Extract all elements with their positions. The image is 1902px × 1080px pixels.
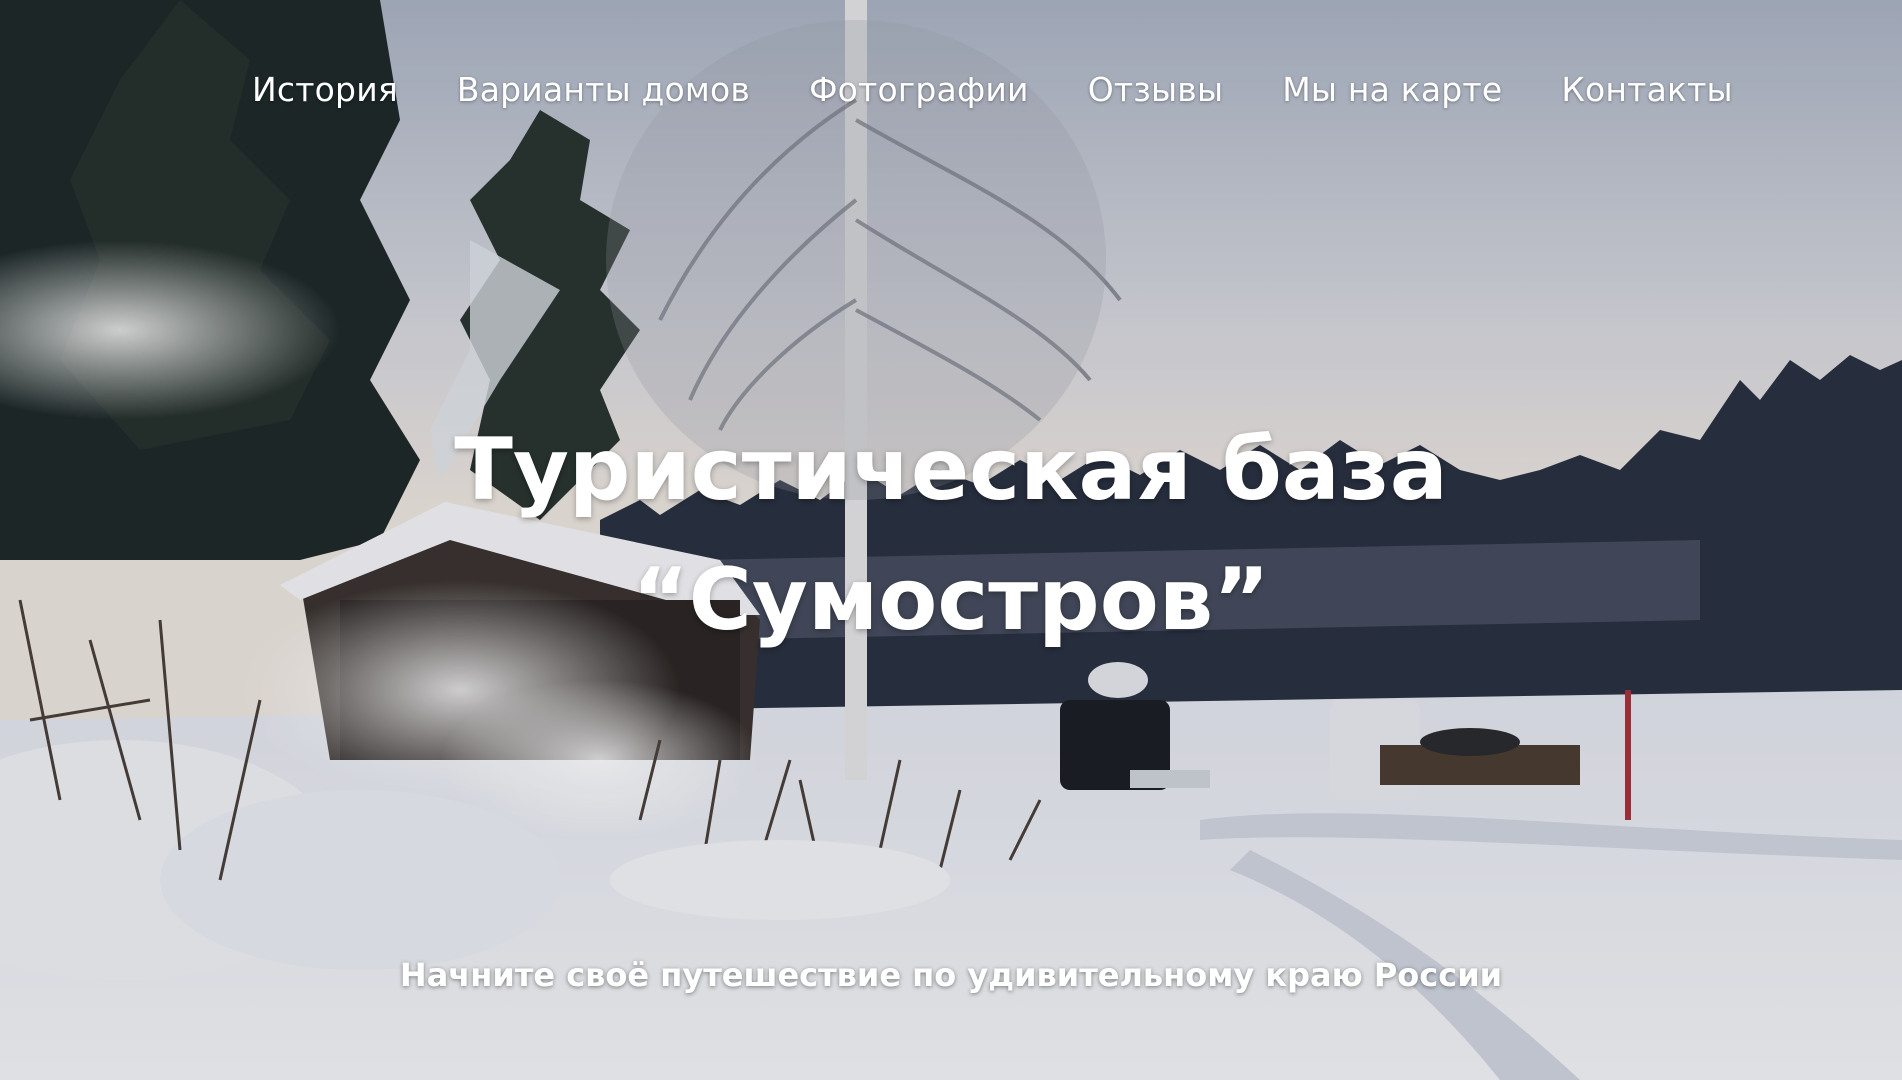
nav-link-history[interactable]: История — [252, 70, 398, 109]
main-nav: История Варианты домов Фотографии Отзывы… — [252, 70, 1733, 109]
nav-link-house-options[interactable]: Варианты домов — [457, 70, 750, 109]
nav-link-map[interactable]: Мы на карте — [1282, 70, 1502, 109]
hero-section: История Варианты домов Фотографии Отзывы… — [0, 0, 1902, 1080]
hero-title-line-1: Туристическая база — [454, 420, 1448, 520]
nav-link-contacts[interactable]: Контакты — [1561, 70, 1732, 109]
hero-subtitle: Начните своё путешествие по удивительном… — [399, 956, 1503, 994]
nav-link-photos[interactable]: Фотографии — [809, 70, 1029, 109]
hero-title-line-2: “Сумостров” — [632, 550, 1270, 650]
nav-link-reviews[interactable]: Отзывы — [1088, 70, 1224, 109]
hero-title: Туристическая база “Сумостров” — [0, 405, 1902, 665]
